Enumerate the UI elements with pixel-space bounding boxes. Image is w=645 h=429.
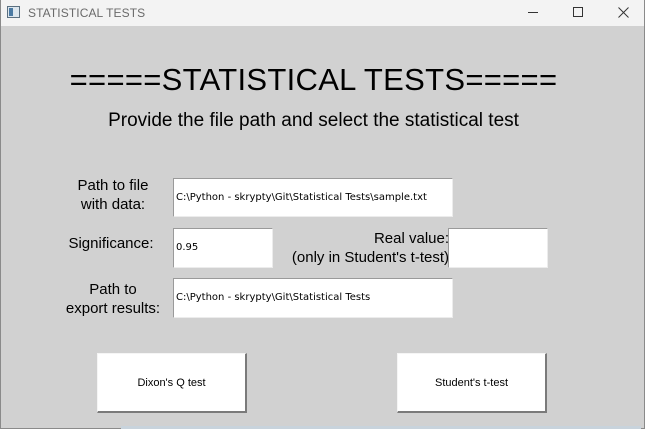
- page-title: =====STATISTICAL TESTS=====: [69, 62, 558, 97]
- app-window: STATISTICAL TESTS =====STATISTICAL TESTS…: [0, 0, 645, 429]
- student-t-test-button[interactable]: Student's t-test: [397, 353, 547, 413]
- minimize-button[interactable]: [511, 0, 557, 26]
- real-value-input[interactable]: [448, 228, 548, 268]
- export-path-label: Path to export results:: [65, 281, 161, 317]
- dixon-q-test-button[interactable]: Dixon's Q test: [97, 353, 247, 413]
- significance-input[interactable]: 0.95: [173, 228, 273, 268]
- export-path-input[interactable]: C:\Python - skrypty\Git\Statistical Test…: [173, 278, 453, 318]
- page-subtitle: Provide the file path and select the sta…: [108, 110, 519, 131]
- title-bar[interactable]: STATISTICAL TESTS: [1, 0, 644, 26]
- close-button[interactable]: [601, 0, 645, 26]
- significance-label: Significance:: [68, 235, 154, 252]
- app-icon: [7, 6, 20, 18]
- window-title: STATISTICAL TESTS: [28, 6, 146, 20]
- real-value-label: Real value: (only in Student's t-test): [291, 230, 449, 266]
- maximize-button[interactable]: [556, 0, 602, 26]
- file-path-input[interactable]: C:\Python - skrypty\Git\Statistical Test…: [173, 178, 453, 217]
- close-icon: [618, 7, 629, 18]
- file-path-label: Path to file with data:: [77, 177, 149, 213]
